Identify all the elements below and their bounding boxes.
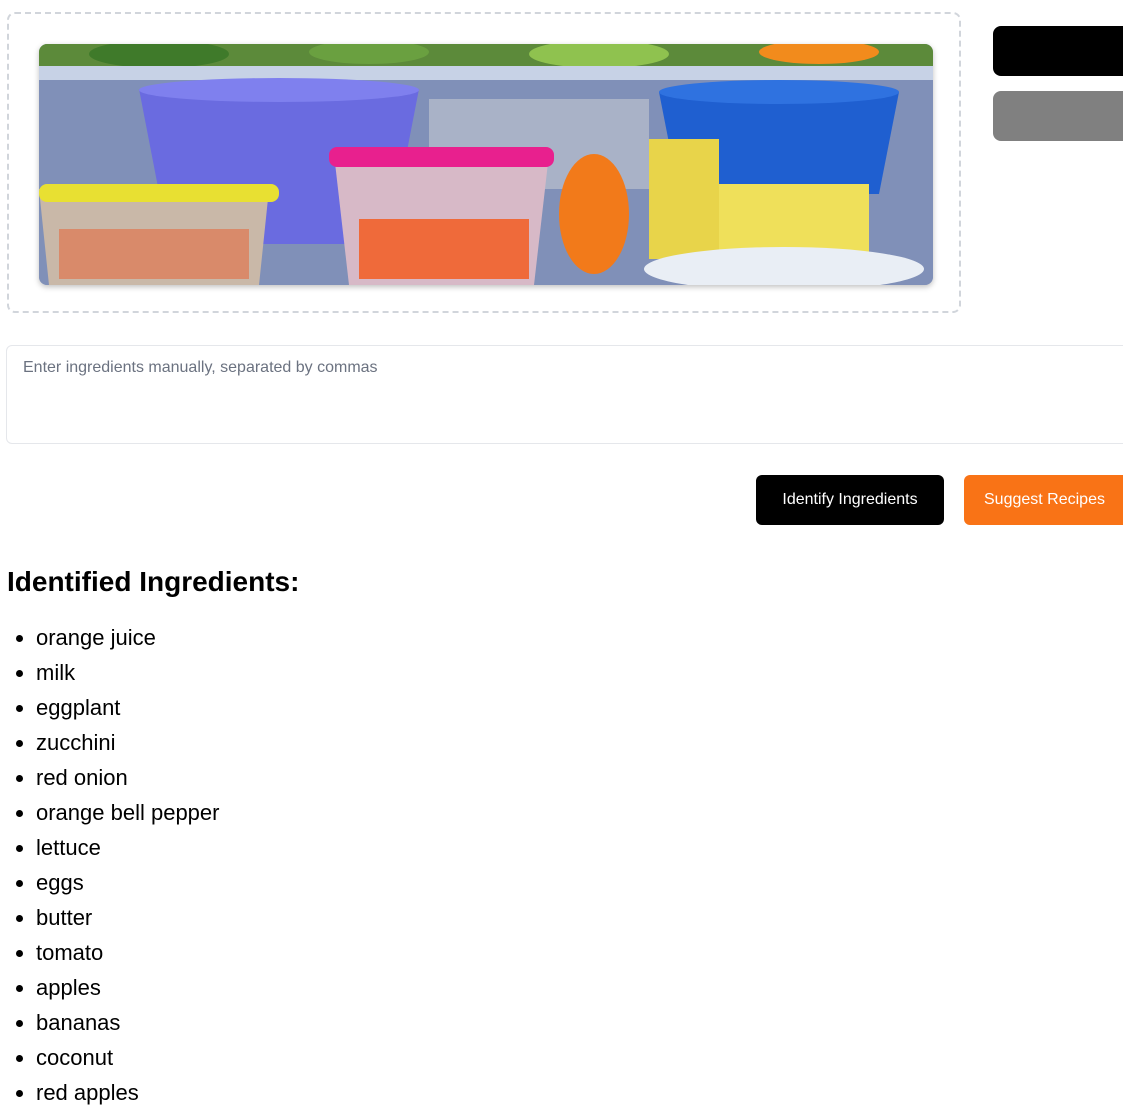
identified-ingredients-heading: Identified Ingredients: xyxy=(7,566,300,597)
side-secondary-button[interactable] xyxy=(993,91,1123,141)
page: Identify Ingredients Suggest Recipes Ide… xyxy=(0,0,1123,1115)
uploaded-fridge-image xyxy=(39,44,933,285)
list-item: apples xyxy=(15,970,219,1005)
list-item: zucchini xyxy=(15,725,219,760)
side-primary-button[interactable] xyxy=(993,26,1123,76)
identify-ingredients-button[interactable]: Identify Ingredients xyxy=(756,475,944,525)
manual-ingredients-input[interactable] xyxy=(6,345,1123,444)
list-item: eggs xyxy=(15,865,219,900)
list-item: red onion xyxy=(15,760,219,795)
list-item: orange juice xyxy=(15,620,219,655)
image-drop-zone[interactable] xyxy=(7,12,961,313)
ingredient-list: orange juice milk eggplant zucchini red … xyxy=(0,620,219,1110)
suggest-recipes-button[interactable]: Suggest Recipes xyxy=(964,475,1123,525)
list-item: butter xyxy=(15,900,219,935)
list-item: orange bell pepper xyxy=(15,795,219,830)
list-item: eggplant xyxy=(15,690,219,725)
list-item: coconut xyxy=(15,1040,219,1075)
list-item: bananas xyxy=(15,1005,219,1040)
list-item: milk xyxy=(15,655,219,690)
list-item: lettuce xyxy=(15,830,219,865)
list-item: red apples xyxy=(15,1075,219,1110)
fridge-photo-graphic xyxy=(39,44,933,285)
list-item: tomato xyxy=(15,935,219,970)
